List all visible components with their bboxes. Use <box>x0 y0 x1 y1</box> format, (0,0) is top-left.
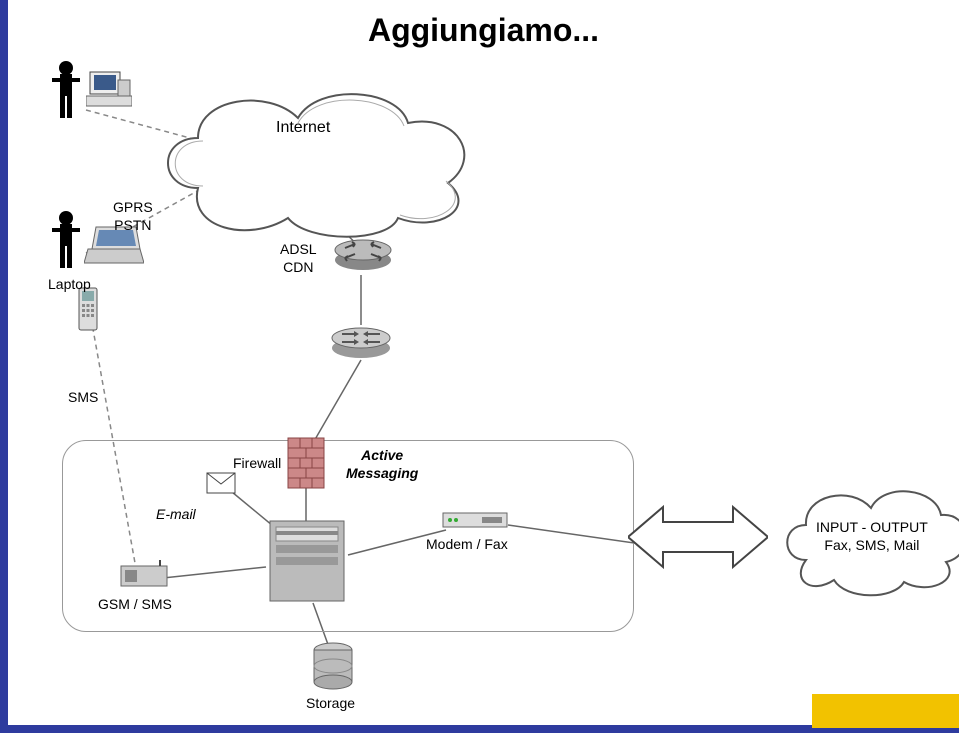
page-title: Aggiungiamo... <box>368 12 599 49</box>
email-icon <box>206 472 236 494</box>
user-icon <box>50 60 82 120</box>
storage-icon <box>312 642 354 690</box>
internet-cloud <box>148 68 488 238</box>
desktop-icon <box>86 70 132 112</box>
user-icon-2 <box>50 210 82 270</box>
email-label: E-mail <box>156 505 196 523</box>
internet-label: Internet <box>276 118 330 139</box>
modem-fax-label: Modem / Fax <box>426 535 508 553</box>
gsm-sms-label: GSM / SMS <box>98 595 172 613</box>
modem-icon <box>442 512 508 528</box>
mobile-phone-icon <box>78 287 98 331</box>
firewall-label: Firewall <box>233 454 281 472</box>
firewall-icon <box>286 436 326 490</box>
laptop-label: Laptop <box>48 275 91 293</box>
router-icon <box>333 228 393 272</box>
active-messaging-label: Active Messaging <box>346 446 418 482</box>
bidirectional-arrow-icon <box>628 502 768 572</box>
input-output-label: INPUT - OUTPUT Fax, SMS, Mail <box>816 518 928 554</box>
gprs-pstn-label: GPRS PSTN <box>113 198 153 234</box>
server-icon <box>266 517 348 605</box>
gsm-device-icon <box>120 560 168 588</box>
adsl-cdn-label: ADSL CDN <box>280 240 317 276</box>
diagram-canvas: Aggiungiamo... Interne <box>0 0 959 733</box>
switch-icon <box>330 318 392 360</box>
footer-accent <box>812 694 959 728</box>
storage-label: Storage <box>306 694 355 712</box>
sms-label: SMS <box>68 388 98 406</box>
